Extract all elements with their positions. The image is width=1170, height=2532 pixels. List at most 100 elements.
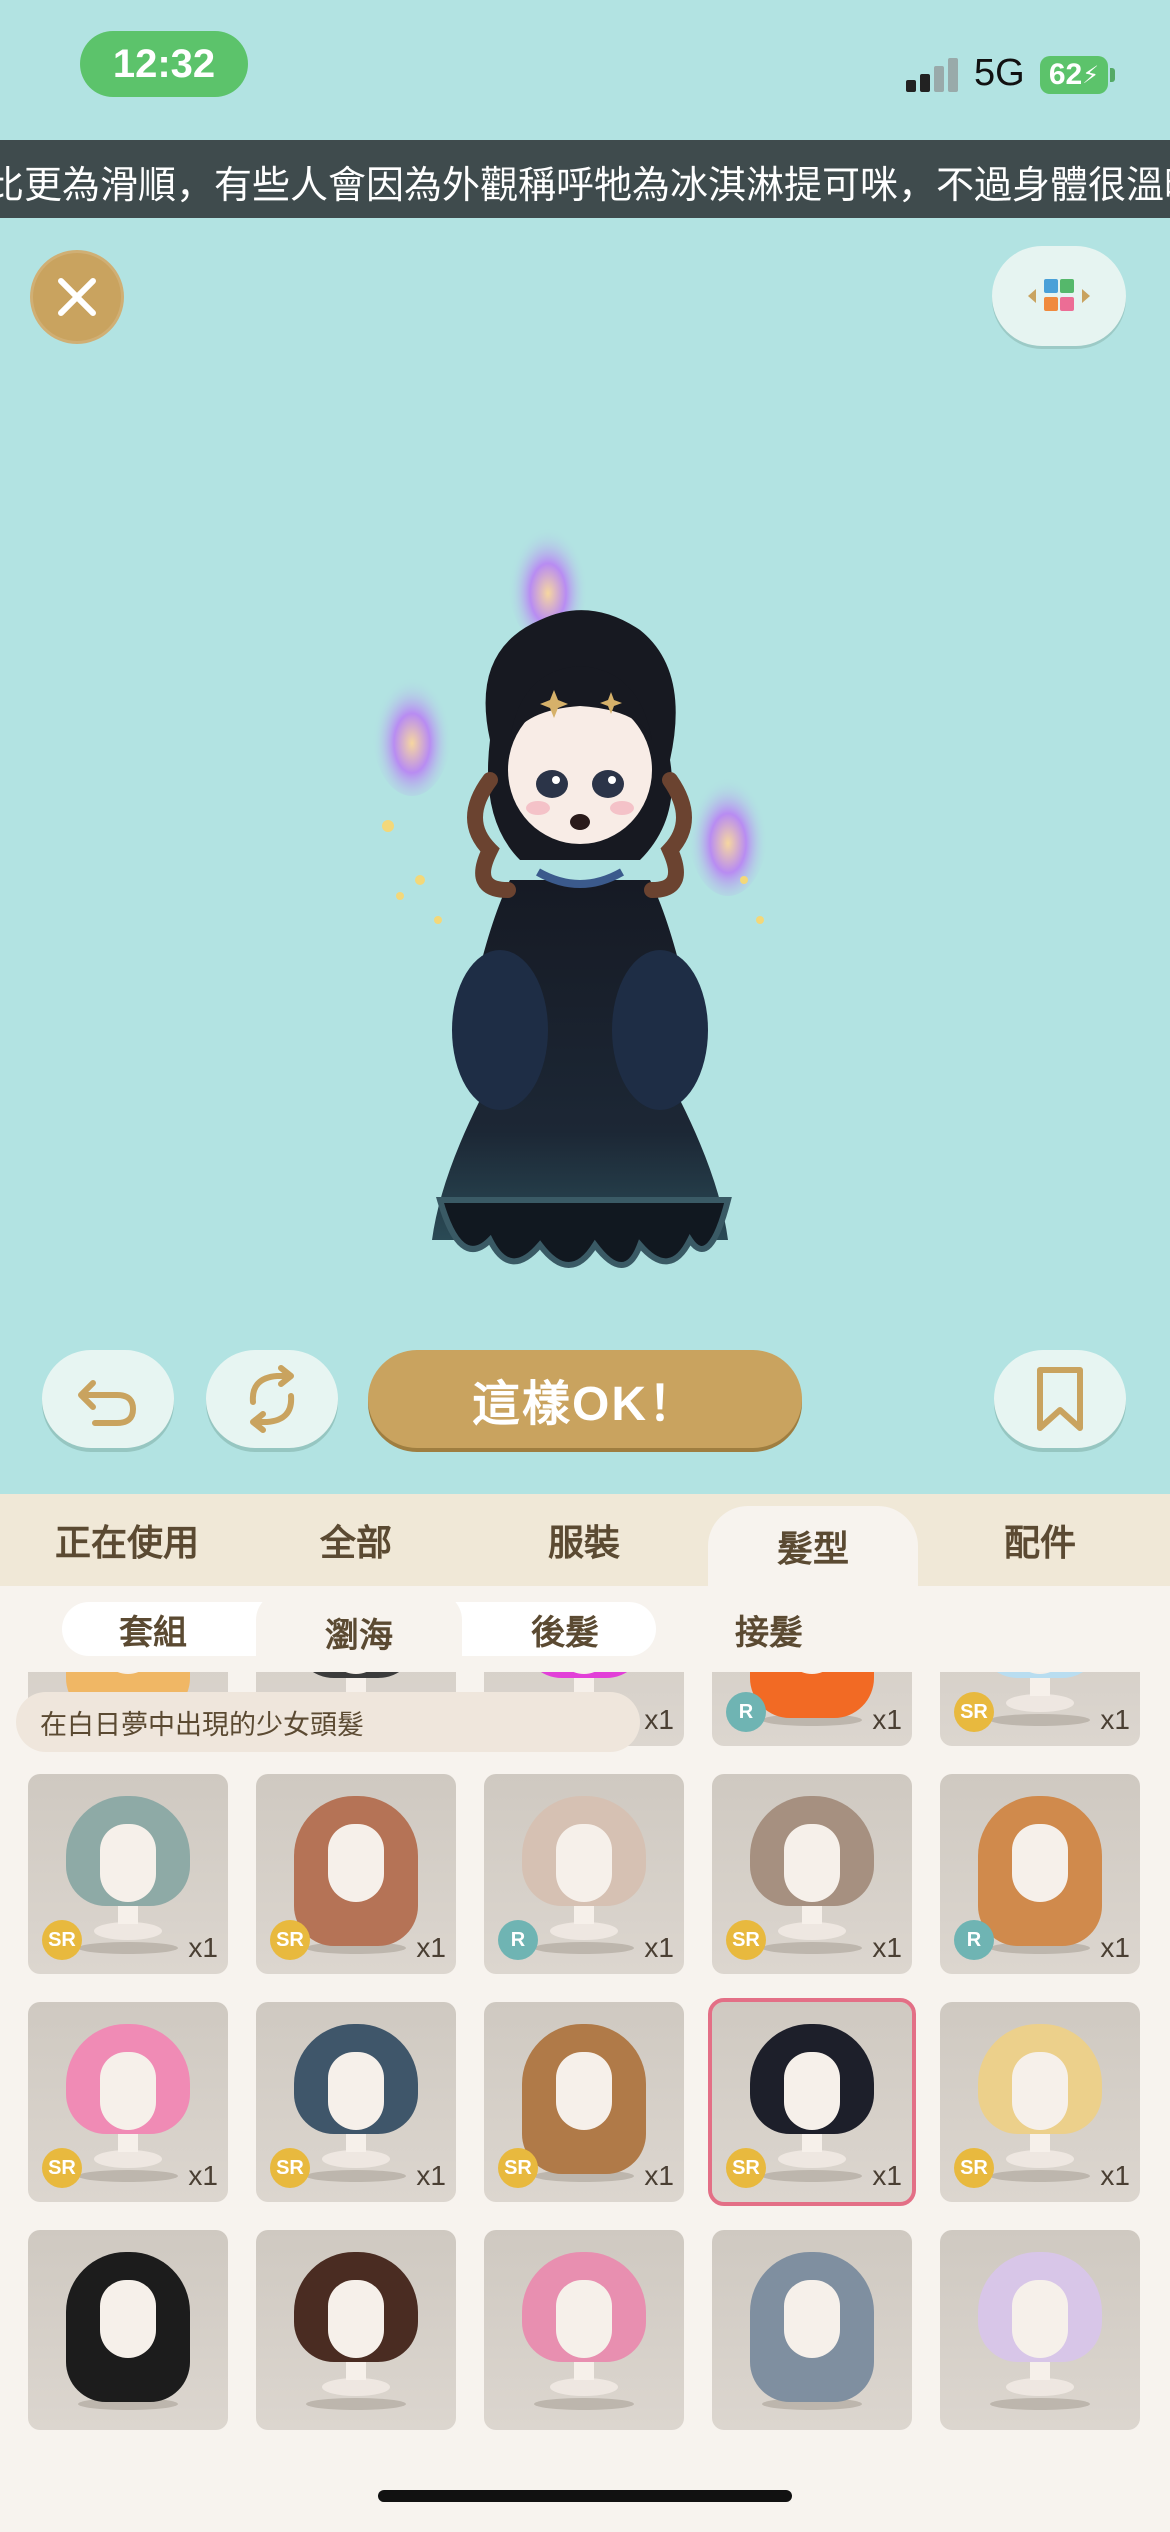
hair-item[interactable]: SR x1 xyxy=(256,1774,456,1974)
item-count: x1 xyxy=(1100,2160,1130,2191)
mannequin-stand xyxy=(94,1922,162,1940)
battery-level: 62 xyxy=(1048,58,1083,91)
hair-item[interactable]: SR x1 xyxy=(712,1774,912,1974)
subcategory-tabs: 套組 瀏海 後髮 接髮 xyxy=(0,1586,1170,1672)
rarity-badge: R xyxy=(498,1920,538,1960)
mannequin-shadow xyxy=(534,1942,634,1954)
mannequin-head xyxy=(784,1824,840,1902)
mannequin-stand xyxy=(322,2378,390,2396)
hair-item[interactable]: Rx1 xyxy=(712,1672,912,1746)
category-tabs: 正在使用 全部 服裝 髮型 配件 xyxy=(0,1494,1170,1586)
hair-item[interactable]: SR x1 xyxy=(256,2002,456,2202)
mannequin-head xyxy=(328,2052,384,2130)
tab-in-use[interactable]: 正在使用 xyxy=(0,1494,254,1586)
home-indicator xyxy=(378,2490,792,2502)
rarity-badge: SR xyxy=(42,2148,82,2188)
mannequin-head xyxy=(1012,2280,1068,2358)
mannequin-stand xyxy=(322,2150,390,2168)
item-count: x1 xyxy=(1100,1704,1130,1735)
item-count: x1 xyxy=(188,2160,218,2191)
mannequin-head xyxy=(556,1824,612,1902)
battery-icon: 62 ⚡ xyxy=(1040,56,1108,94)
mannequin-shadow xyxy=(990,2170,1090,2182)
hair-item[interactable] xyxy=(940,2230,1140,2430)
hair-item[interactable]: SR x1 xyxy=(940,1672,1140,1746)
layout-grid-icon xyxy=(1028,279,1090,311)
layout-toggle-button[interactable] xyxy=(992,246,1126,346)
hair-item[interactable]: SR x1 xyxy=(940,2002,1140,2202)
item-count: x1 xyxy=(416,2160,446,2191)
hair-item[interactable]: SR x1 xyxy=(708,1998,916,2206)
rarity-badge: SR xyxy=(726,1920,766,1960)
hair-item[interactable]: SR x1 xyxy=(28,2002,228,2202)
undo-button[interactable] xyxy=(42,1350,174,1448)
rarity-badge: SR xyxy=(498,2148,538,2188)
item-count: x1 xyxy=(1100,1932,1130,1963)
close-button[interactable] xyxy=(30,250,124,344)
hair-item[interactable] xyxy=(712,2230,912,2430)
mannequin-shadow xyxy=(762,2170,862,2182)
hair-item[interactable]: Rx1 xyxy=(484,1774,684,1974)
status-time: 12:32 xyxy=(80,31,248,97)
item-grid: x1x1Rx1Rx1SRx1SRx1SRx1Rx1SRx1Rx1SRx1SRx1… xyxy=(0,1672,1170,2532)
rarity-badge: R xyxy=(954,1920,994,1960)
shuffle-icon xyxy=(249,1365,295,1433)
subtab-set[interactable]: 套組 xyxy=(80,1602,226,1656)
mannequin-shadow xyxy=(534,2398,634,2410)
item-count: x1 xyxy=(644,1704,674,1735)
bookmark-icon xyxy=(1037,1367,1083,1431)
item-count: x1 xyxy=(872,1932,902,1963)
hair-item[interactable] xyxy=(28,2230,228,2430)
undo-icon xyxy=(78,1380,137,1426)
tab-accessories[interactable]: 配件 xyxy=(938,1494,1142,1586)
item-count: x1 xyxy=(188,1932,218,1963)
item-count: x1 xyxy=(872,2160,902,2191)
rarity-badge: SR xyxy=(954,1692,994,1732)
avatar-figure xyxy=(372,514,768,1268)
mannequin-stand xyxy=(550,1922,618,1940)
action-row: 這樣OK！ xyxy=(0,1350,1170,1450)
mannequin-head xyxy=(784,2280,840,2358)
mannequin-stand xyxy=(1006,1694,1074,1712)
status-bar: 12:32 5G 62 ⚡ xyxy=(0,0,1170,140)
hair-swatch xyxy=(750,1672,874,1718)
subtab-back-hair[interactable]: 後髮 xyxy=(492,1602,638,1656)
mannequin-shadow xyxy=(762,1942,862,1954)
item-list: x1x1Rx1Rx1SRx1SRx1SRx1Rx1SRx1Rx1SRx1SRx1… xyxy=(0,1672,1170,2532)
marquee-text: 比更為滑順，有些人會因為外觀稱呼牠為冰淇淋提可咪，不過身體很溫暖 xyxy=(0,165,1170,207)
mannequin-head xyxy=(784,2052,840,2130)
mannequin-stand xyxy=(94,2150,162,2168)
subtab-bangs[interactable]: 瀏海 xyxy=(256,1592,462,1672)
hair-item[interactable]: Rx1 xyxy=(940,1774,1140,1974)
mannequin-head xyxy=(100,1824,156,1902)
mannequin-shadow xyxy=(78,2170,178,2182)
bookmark-button[interactable] xyxy=(994,1350,1126,1448)
hair-item[interactable] xyxy=(256,2230,456,2430)
item-count: x1 xyxy=(644,1932,674,1963)
mannequin-stand xyxy=(1006,2150,1074,2168)
close-icon xyxy=(58,278,96,316)
mannequin-shadow xyxy=(306,2398,406,2410)
rarity-badge: R xyxy=(726,1692,766,1732)
mannequin-shadow xyxy=(990,2398,1090,2410)
randomize-button[interactable] xyxy=(206,1350,338,1448)
hair-item[interactable] xyxy=(484,2230,684,2430)
confirm-ok-button[interactable]: 這樣OK！ xyxy=(368,1350,802,1448)
tab-all[interactable]: 全部 xyxy=(254,1494,458,1586)
item-count: x1 xyxy=(644,2160,674,2191)
tab-clothing[interactable]: 服裝 xyxy=(482,1494,686,1586)
mannequin-head xyxy=(328,2280,384,2358)
mannequin-head xyxy=(1012,1824,1068,1902)
network-label: 5G xyxy=(974,52,1025,94)
mannequin-shadow xyxy=(306,2170,406,2182)
subtab-extensions[interactable]: 接髮 xyxy=(696,1602,842,1656)
hair-item[interactable]: SR x1 xyxy=(484,2002,684,2202)
hair-item[interactable]: SR x1 xyxy=(28,1774,228,1974)
rarity-badge: SR xyxy=(726,2148,766,2188)
rarity-badge: SR xyxy=(42,1920,82,1960)
announcement-marquee: 比更為滑順，有些人會因為外觀稱呼牠為冰淇淋提可咪，不過身體很溫暖 xyxy=(0,140,1170,218)
item-count: x1 xyxy=(872,1704,902,1735)
mannequin-shadow xyxy=(990,1714,1090,1726)
tab-hairstyle[interactable]: 髮型 xyxy=(708,1506,918,1586)
rarity-badge: SR xyxy=(954,2148,994,2188)
